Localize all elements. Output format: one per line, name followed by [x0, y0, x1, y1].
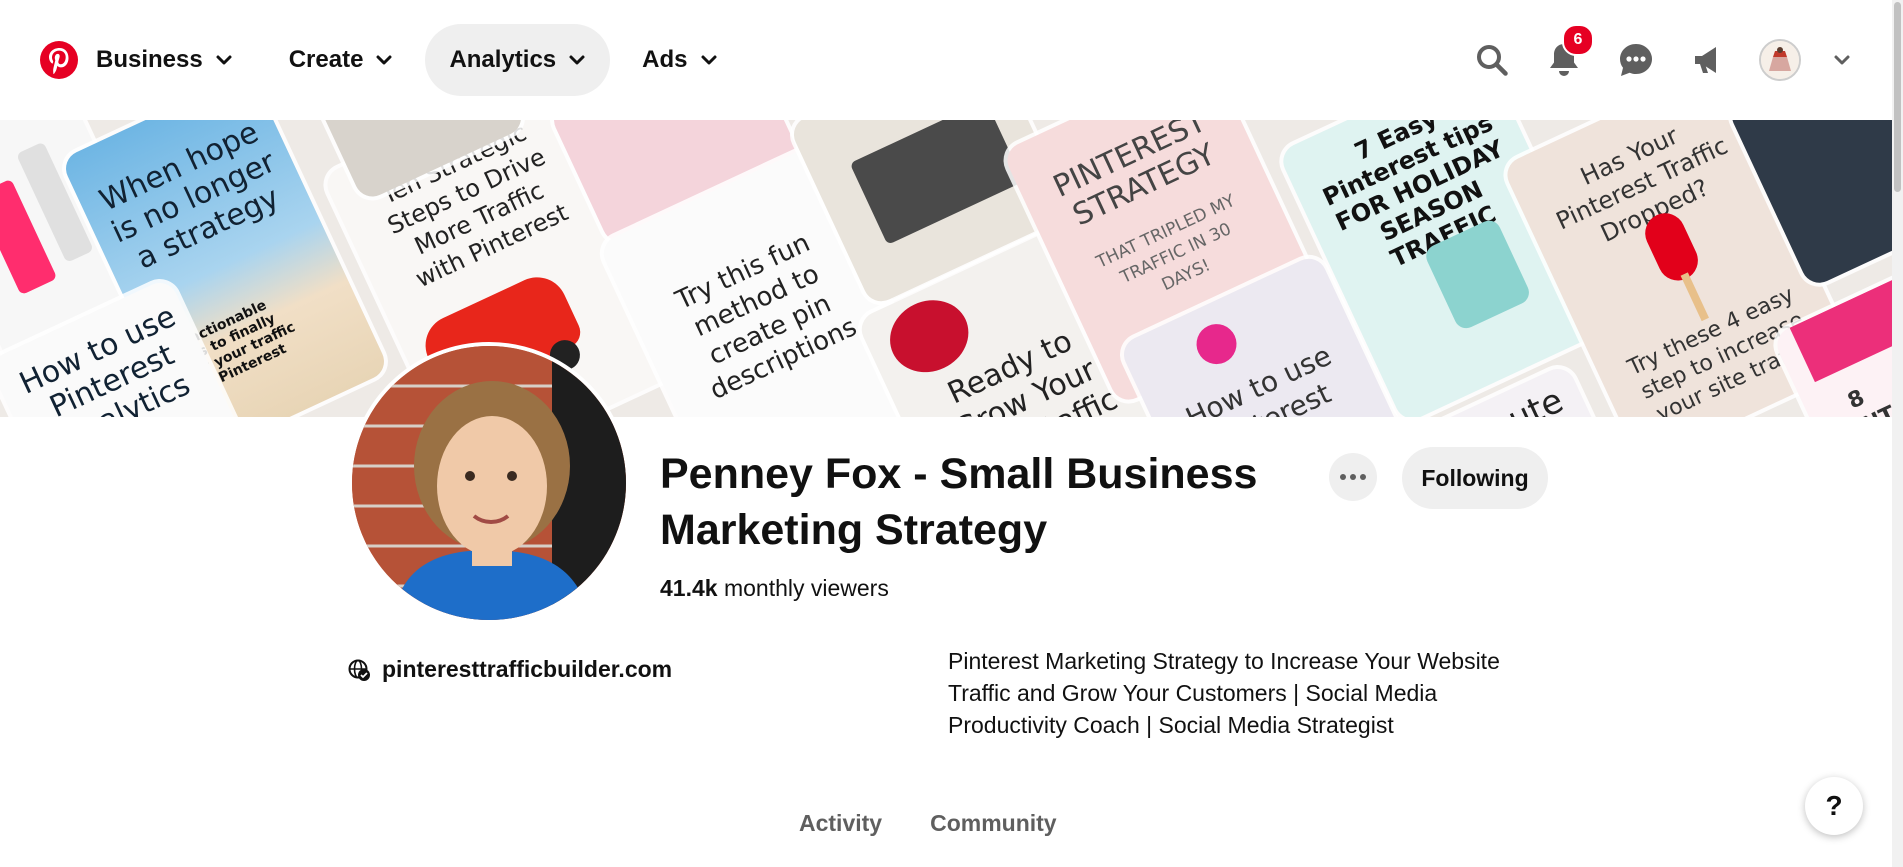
chat-icon: [1620, 44, 1652, 76]
website-link[interactable]: pinteresttrafficbuilder.com: [348, 656, 672, 683]
profile-about: Pinterest Marketing Strategy to Increase…: [948, 648, 1500, 738]
tab-activity[interactable]: Activity: [799, 810, 882, 837]
ellipsis-icon: [1340, 474, 1346, 480]
ads-menu-button[interactable]: Ads: [618, 24, 741, 96]
notification-badge: 6: [1562, 24, 1594, 56]
tab-community[interactable]: Community: [930, 810, 1057, 837]
viewers-count: 41.4k: [660, 575, 718, 601]
pin-text: Try this fun method to create pin descri…: [671, 227, 862, 407]
updates-button[interactable]: [1686, 38, 1730, 82]
following-button[interactable]: Following: [1402, 447, 1548, 509]
nav-right: 6: [1470, 24, 1854, 96]
business-menu-button[interactable]: Business: [96, 24, 257, 96]
megaphone-icon: [1695, 47, 1716, 73]
analytics-menu-button[interactable]: Analytics: [425, 24, 611, 96]
top-navigation: Business Create Analytics Ads 6: [0, 0, 1890, 120]
cover-image: When hope is no longer a strategy Get ac…: [0, 120, 1895, 417]
search-icon: [1477, 45, 1508, 76]
chevron-down-icon: [569, 55, 585, 65]
messages-button[interactable]: [1614, 38, 1658, 82]
pin-text: 8 PINT THA: [1837, 385, 1895, 417]
more-options-button[interactable]: [1329, 453, 1377, 501]
pin-text: When hope is no longer a strategy: [94, 120, 285, 277]
profile-tabs: Activity Community: [799, 810, 1057, 837]
chevron-down-icon: [1834, 55, 1850, 65]
website-text: pinteresttrafficbuilder.com: [382, 656, 673, 682]
chevron-down-icon: [701, 55, 716, 65]
pin-text: How to use Pinterest: [1180, 338, 1337, 417]
verified-globe-icon: [348, 659, 370, 681]
pinterest-logo-icon[interactable]: [40, 41, 78, 79]
account-menu-button[interactable]: [1830, 38, 1854, 82]
analytics-label: Analytics: [449, 46, 557, 73]
create-menu-button[interactable]: Create: [265, 24, 418, 96]
avatar: [1759, 39, 1801, 81]
chevron-down-icon: [216, 55, 232, 65]
ads-label: Ads: [642, 46, 688, 73]
profile-photo: [348, 342, 630, 624]
notifications-button[interactable]: 6: [1542, 24, 1594, 82]
scrollbar[interactable]: [1892, 0, 1903, 867]
search-button[interactable]: [1470, 38, 1514, 82]
create-label: Create: [288, 46, 364, 73]
business-label: Business: [96, 46, 203, 73]
profile-button[interactable]: [1758, 38, 1802, 82]
pin-text: Has Your Pinterest Traffic Dropped?: [1551, 121, 1733, 248]
scrollbar-thumb[interactable]: [1894, 2, 1901, 192]
nav-left: Business Create Analytics Ads: [40, 24, 742, 96]
help-button[interactable]: ?: [1805, 777, 1863, 835]
viewers-label: monthly viewers: [723, 575, 889, 601]
monthly-viewers: 41.4k monthly viewers: [660, 575, 889, 602]
profile-name: Penney Fox - Small Business Marketing St…: [660, 450, 1258, 554]
chevron-down-icon: [376, 55, 392, 65]
